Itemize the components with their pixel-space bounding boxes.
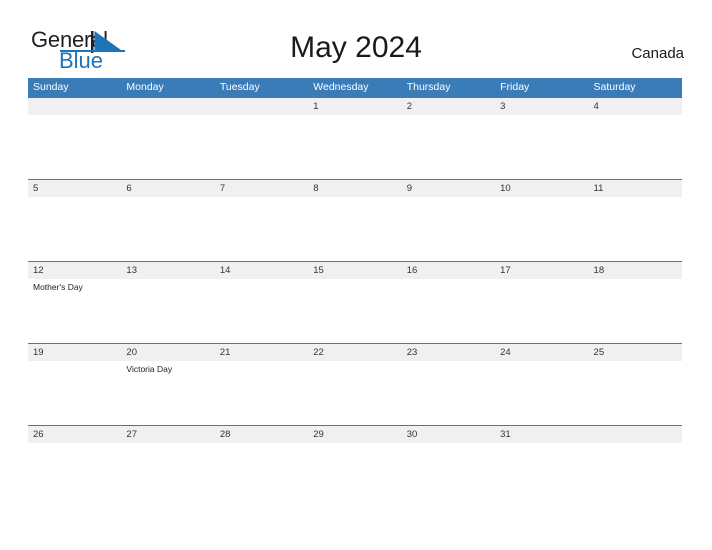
day-number[interactable]: 27 (121, 426, 214, 443)
weekday-header-saturday: Saturday (593, 81, 636, 93)
day-cell[interactable] (589, 279, 682, 343)
calendar-week-row: 19 20 21 22 23 24 25 Victoria Day (28, 343, 682, 425)
day-number[interactable]: 18 (589, 262, 682, 279)
weekday-header-monday: Monday (126, 81, 164, 93)
day-number[interactable] (121, 98, 214, 115)
day-number[interactable]: 28 (215, 426, 308, 443)
day-number[interactable]: 11 (589, 180, 682, 197)
day-number[interactable]: 5 (28, 180, 121, 197)
day-cell[interactable] (589, 197, 682, 261)
day-number[interactable]: 7 (215, 180, 308, 197)
day-cell[interactable] (215, 197, 308, 261)
day-cell[interactable] (121, 279, 214, 343)
day-cell[interactable] (495, 115, 588, 179)
week-date-band: 26 27 28 29 30 31 (28, 426, 682, 443)
day-cell[interactable] (121, 197, 214, 261)
calendar-week-row: 26 27 28 29 30 31 (28, 425, 682, 507)
day-cell[interactable] (308, 115, 401, 179)
week-event-row (28, 197, 682, 261)
day-cell[interactable] (308, 279, 401, 343)
weekday-header-thursday: Thursday (406, 81, 451, 93)
day-number[interactable] (589, 426, 682, 443)
region-label: Canada (631, 45, 684, 62)
day-number[interactable]: 29 (308, 426, 401, 443)
day-cell[interactable] (215, 443, 308, 507)
day-cell[interactable] (121, 443, 214, 507)
day-number[interactable]: 23 (402, 344, 495, 361)
day-number[interactable]: 16 (402, 262, 495, 279)
day-number[interactable]: 10 (495, 180, 588, 197)
day-number[interactable]: 20 (121, 344, 214, 361)
page-header: General Blue May 2024 Canada (0, 0, 712, 78)
day-cell[interactable] (589, 361, 682, 425)
day-cell[interactable] (28, 443, 121, 507)
calendar-week-row: 1 2 3 4 (28, 97, 682, 179)
page-title: May 2024 (290, 31, 422, 64)
calendar-weekday-header: Sunday Monday Tuesday Wednesday Thursday… (28, 78, 682, 97)
weekday-header-friday: Friday (500, 81, 530, 93)
day-cell[interactable] (402, 279, 495, 343)
day-number[interactable]: 24 (495, 344, 588, 361)
week-event-row (28, 115, 682, 179)
weekday-header-tuesday: Tuesday (219, 81, 260, 93)
week-event-row: Victoria Day (28, 361, 682, 425)
day-number[interactable]: 26 (28, 426, 121, 443)
day-cell[interactable] (308, 443, 401, 507)
day-cell[interactable]: Victoria Day (121, 361, 214, 425)
day-number[interactable]: 17 (495, 262, 588, 279)
day-number[interactable]: 1 (308, 98, 401, 115)
day-cell[interactable] (589, 443, 682, 507)
day-number[interactable]: 2 (402, 98, 495, 115)
day-cell[interactable] (28, 197, 121, 261)
day-cell[interactable] (308, 197, 401, 261)
calendar-grid: Sunday Monday Tuesday Wednesday Thursday… (28, 78, 682, 507)
day-number[interactable]: 3 (495, 98, 588, 115)
day-cell[interactable] (308, 361, 401, 425)
day-cell[interactable] (215, 115, 308, 179)
calendar-week-row: 5 6 7 8 9 10 11 (28, 179, 682, 261)
day-cell[interactable] (589, 115, 682, 179)
day-number[interactable]: 9 (402, 180, 495, 197)
weekday-header-sunday: Sunday (33, 81, 69, 93)
week-event-row: Mother's Day (28, 279, 682, 343)
calendar-week-row: 12 13 14 15 16 17 18 Mother's Day (28, 261, 682, 343)
day-cell[interactable] (495, 197, 588, 261)
day-number[interactable]: 25 (589, 344, 682, 361)
day-cell[interactable] (495, 443, 588, 507)
day-cell[interactable]: Mother's Day (28, 279, 121, 343)
day-number[interactable]: 22 (308, 344, 401, 361)
day-cell[interactable] (495, 279, 588, 343)
day-cell[interactable] (402, 443, 495, 507)
day-number[interactable] (215, 98, 308, 115)
day-number[interactable]: 14 (215, 262, 308, 279)
day-cell[interactable] (28, 361, 121, 425)
week-date-band: 5 6 7 8 9 10 11 (28, 180, 682, 197)
day-cell[interactable] (215, 279, 308, 343)
day-cell[interactable] (121, 115, 214, 179)
day-number[interactable] (28, 98, 121, 115)
week-date-band: 1 2 3 4 (28, 98, 682, 115)
day-cell[interactable] (402, 361, 495, 425)
day-event-label: Mother's Day (33, 282, 83, 292)
day-number[interactable]: 4 (589, 98, 682, 115)
week-date-band: 19 20 21 22 23 24 25 (28, 344, 682, 361)
day-number[interactable]: 30 (402, 426, 495, 443)
day-cell[interactable] (495, 361, 588, 425)
day-cell[interactable] (402, 197, 495, 261)
week-date-band: 12 13 14 15 16 17 18 (28, 262, 682, 279)
day-number[interactable]: 6 (121, 180, 214, 197)
day-cell[interactable] (215, 361, 308, 425)
day-number[interactable]: 19 (28, 344, 121, 361)
week-event-row (28, 443, 682, 507)
day-number[interactable]: 21 (215, 344, 308, 361)
day-event-label: Victoria Day (126, 364, 173, 374)
weekday-header-wednesday: Wednesday (313, 81, 369, 93)
day-number[interactable]: 8 (308, 180, 401, 197)
day-cell[interactable] (402, 115, 495, 179)
day-number[interactable]: 15 (308, 262, 401, 279)
day-number[interactable]: 12 (28, 262, 121, 279)
day-number[interactable]: 31 (495, 426, 588, 443)
day-cell[interactable] (28, 115, 121, 179)
day-number[interactable]: 13 (121, 262, 214, 279)
